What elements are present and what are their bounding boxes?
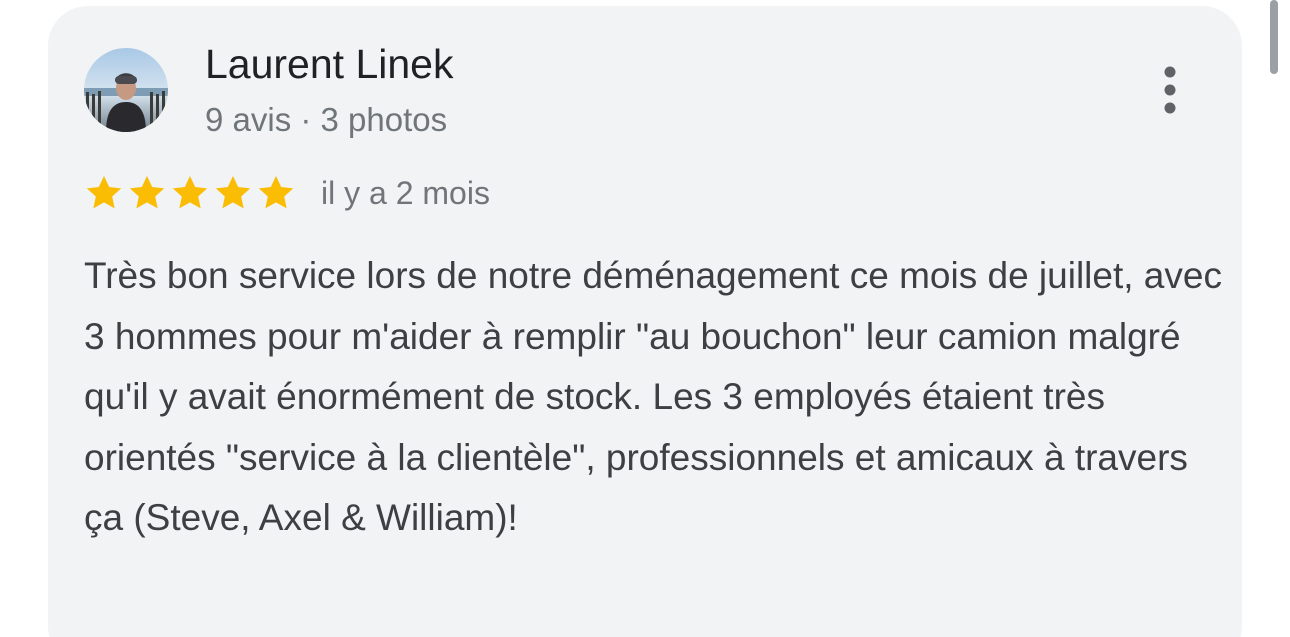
more-options-button[interactable] (1150, 60, 1190, 120)
reviewer-name[interactable]: Laurent Linek (205, 40, 453, 88)
page: Laurent Linek 9 avis · 3 photos il y a 2… (0, 0, 1290, 637)
star-icon (258, 176, 294, 209)
star-rating (84, 173, 296, 213)
review-rating: il y a 2 mois (84, 173, 490, 213)
star-icon (86, 176, 122, 209)
review-text: Très bon service lors de notre déménagem… (84, 255, 1222, 538)
review-date: il y a 2 mois (321, 175, 490, 211)
star-icon (129, 176, 165, 209)
star-icon (172, 176, 208, 209)
scrollbar[interactable] (1270, 0, 1278, 74)
reviewer-meta: 9 avis · 3 photos (205, 101, 448, 138)
reviewer-avatar[interactable] (84, 48, 168, 132)
more-vert-icon (1164, 66, 1176, 114)
star-icon (215, 176, 251, 209)
